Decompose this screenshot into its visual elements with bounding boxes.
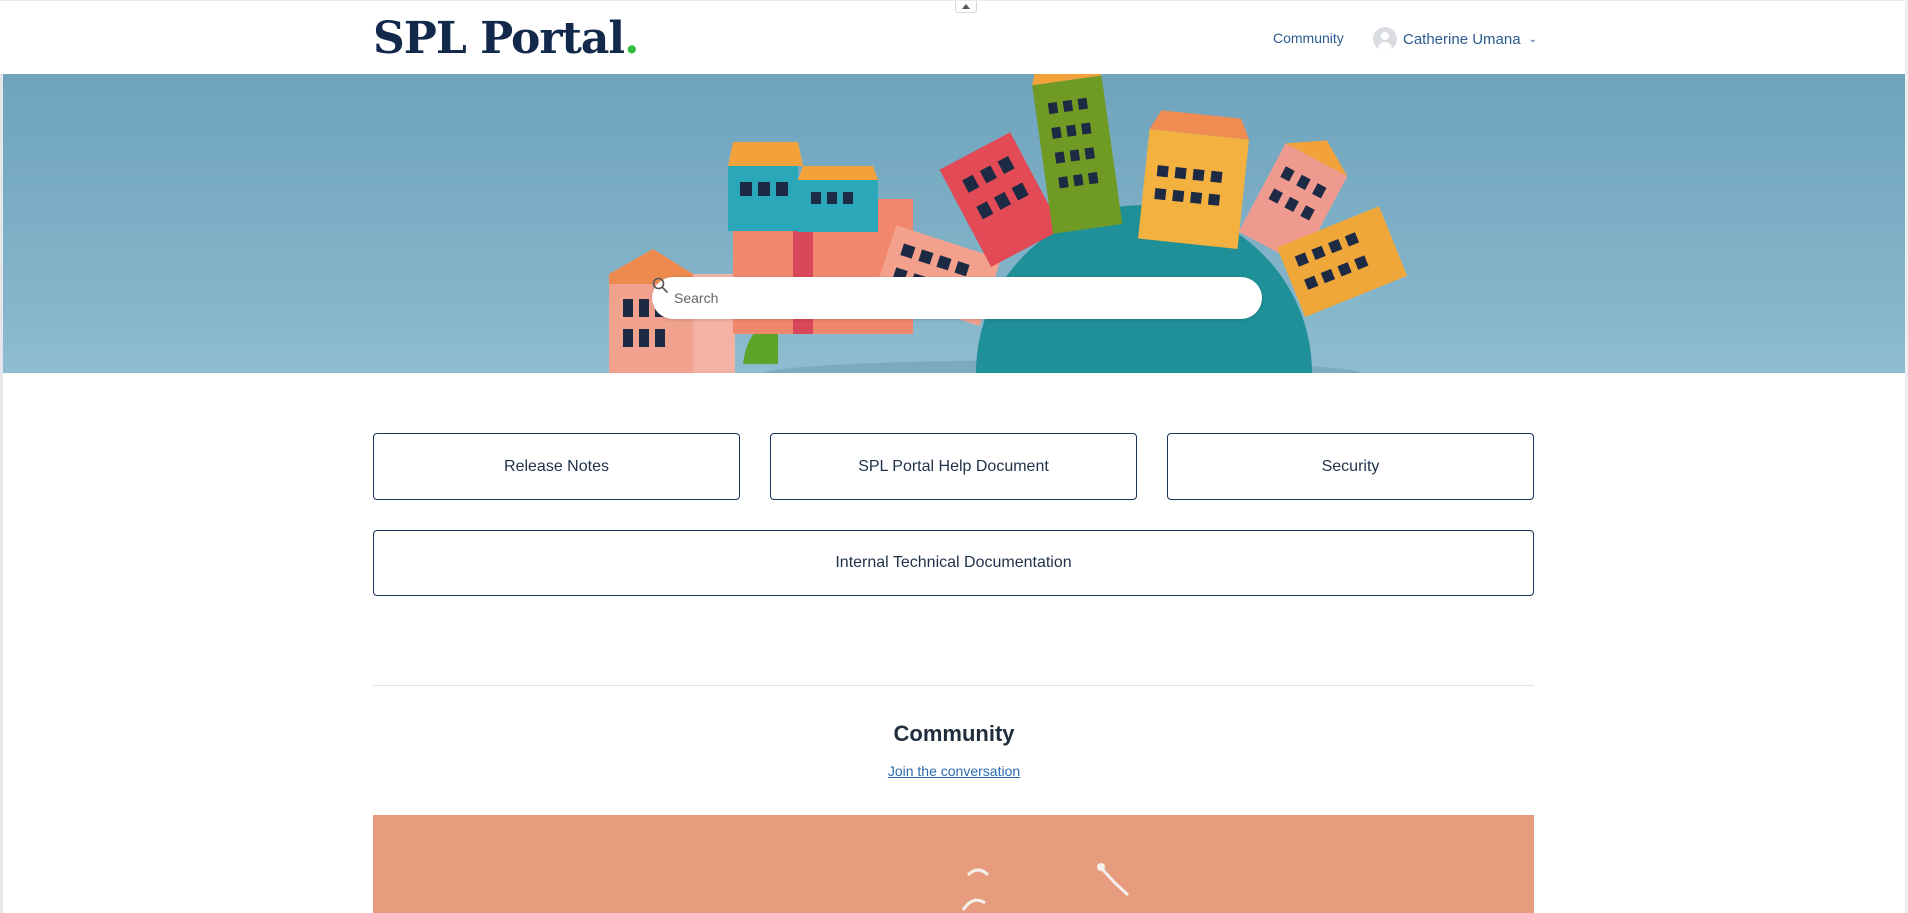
chevron-down-icon: ⌄ [1528,33,1537,45]
caret-up-icon [962,4,970,9]
user-name: Catherine Umana [1403,30,1521,48]
search-input[interactable] [674,290,1262,306]
search-icon [652,277,668,293]
logo-text: SPL Portal [373,13,625,64]
tile-security[interactable]: Security [1167,433,1534,500]
community-link-wrapper: Join the conversation [0,763,1908,779]
community-heading: Community [893,721,1015,746]
site-header: SPL Portal. Community Catherine Umana ⌄ [0,0,1908,74]
collapse-header-button[interactable] [955,1,977,13]
tile-release-notes[interactable]: Release Notes [373,433,740,500]
hero-banner [3,74,1905,373]
tile-internal-technical-documentation[interactable]: Internal Technical Documentation [373,530,1534,596]
tile-help-document[interactable]: SPL Portal Help Document [770,433,1137,500]
site-logo[interactable]: SPL Portal. [373,13,639,64]
search-bar[interactable] [652,277,1262,319]
community-illustration [961,863,1130,911]
join-conversation-link[interactable]: Join the conversation [888,763,1020,779]
section-divider [373,685,1534,686]
nav-community-link[interactable]: Community [1273,30,1344,46]
avatar-icon [1373,27,1397,51]
community-banner-image [373,815,1534,913]
logo-dot: . [624,13,639,64]
hero-illustration [609,74,1408,373]
user-menu[interactable]: Catherine Umana ⌄ [1373,26,1537,52]
